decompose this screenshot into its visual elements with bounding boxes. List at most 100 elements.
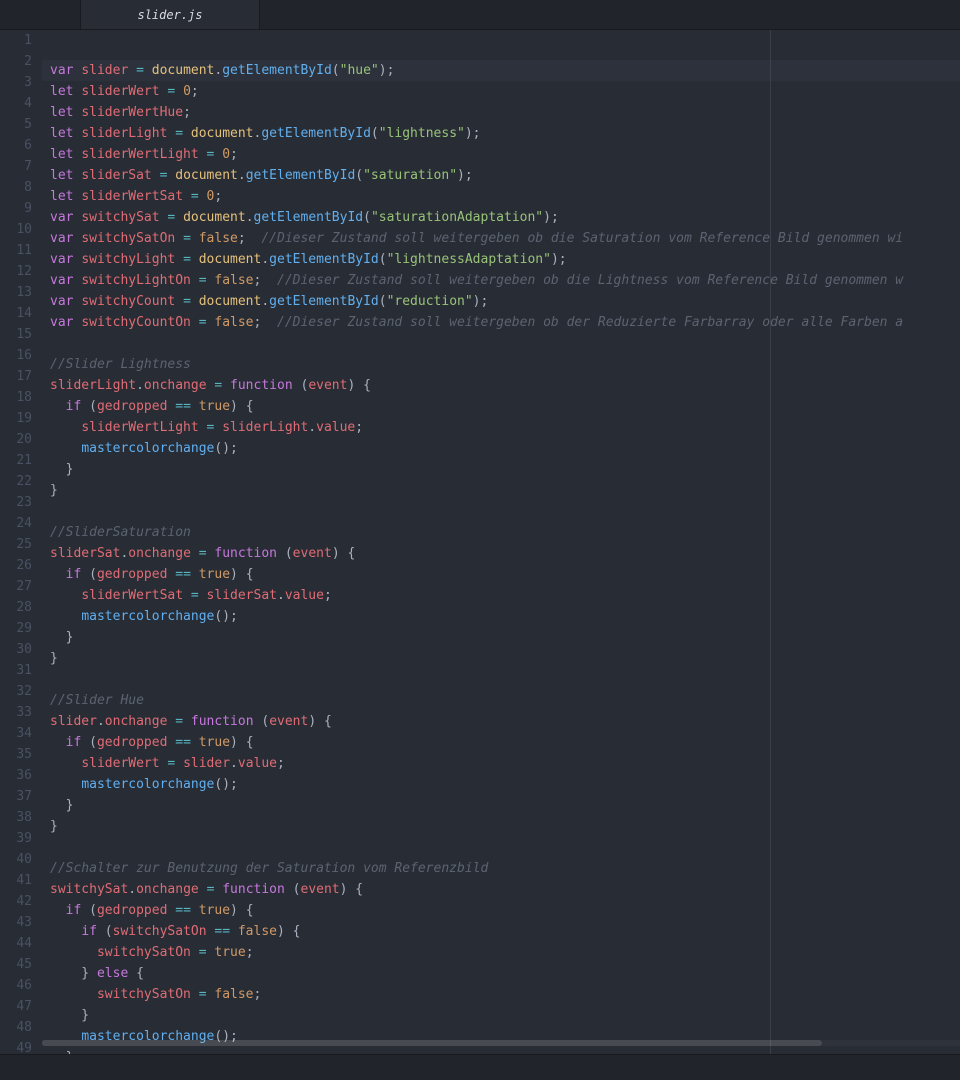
- line-number: 19: [0, 408, 32, 429]
- line-number: 10: [0, 219, 32, 240]
- line-number: 48: [0, 1017, 32, 1038]
- line-number: 12: [0, 261, 32, 282]
- code-line[interactable]: [42, 837, 960, 858]
- line-number: 15: [0, 324, 32, 345]
- code-line[interactable]: var switchySat = document.getElementById…: [42, 207, 960, 228]
- code-line[interactable]: if (switchySatOn == false) {: [42, 921, 960, 942]
- status-bar: [0, 1054, 960, 1080]
- line-number: 44: [0, 933, 32, 954]
- code-line[interactable]: sliderSat.onchange = function (event) {: [42, 543, 960, 564]
- horizontal-scrollbar-thumb[interactable]: [42, 1040, 822, 1046]
- line-number: 40: [0, 849, 32, 870]
- line-number: 2: [0, 51, 32, 72]
- line-number: 39: [0, 828, 32, 849]
- line-number: 36: [0, 765, 32, 786]
- line-number: 14: [0, 303, 32, 324]
- line-number: 21: [0, 450, 32, 471]
- line-number: 17: [0, 366, 32, 387]
- horizontal-scrollbar[interactable]: [42, 1040, 960, 1046]
- code-line[interactable]: //SliderSaturation: [42, 522, 960, 543]
- code-line[interactable]: sliderLight.onchange = function (event) …: [42, 375, 960, 396]
- code-line[interactable]: }: [42, 816, 960, 837]
- line-number: 18: [0, 387, 32, 408]
- code-line[interactable]: sliderWert = slider.value;: [42, 753, 960, 774]
- code-line[interactable]: var switchyLight = document.getElementBy…: [42, 249, 960, 270]
- code-line[interactable]: var switchyCountOn = false; //Dieser Zus…: [42, 312, 960, 333]
- line-number: 3: [0, 72, 32, 93]
- line-number: 5: [0, 114, 32, 135]
- code-line[interactable]: }: [42, 627, 960, 648]
- line-number: 38: [0, 807, 32, 828]
- code-line[interactable]: if (gedropped == true) {: [42, 396, 960, 417]
- line-number: 4: [0, 93, 32, 114]
- line-number: 7: [0, 156, 32, 177]
- tab-bar: slider.js: [0, 0, 960, 30]
- line-number: 42: [0, 891, 32, 912]
- code-line[interactable]: [42, 501, 960, 522]
- editor: 1234567891011121314151617181920212223242…: [0, 30, 960, 1080]
- code-line[interactable]: let sliderWertLight = 0;: [42, 144, 960, 165]
- code-line[interactable]: } else {: [42, 963, 960, 984]
- code-line[interactable]: //Slider Hue: [42, 690, 960, 711]
- code-line[interactable]: if (gedropped == true) {: [42, 900, 960, 921]
- line-number: 8: [0, 177, 32, 198]
- code-line[interactable]: [42, 669, 960, 690]
- line-number: 37: [0, 786, 32, 807]
- code-line[interactable]: //Slider Lightness: [42, 354, 960, 375]
- code-line[interactable]: let sliderWertHue;: [42, 102, 960, 123]
- line-number: 26: [0, 555, 32, 576]
- code-line[interactable]: }: [42, 648, 960, 669]
- line-number: 45: [0, 954, 32, 975]
- code-line[interactable]: slider.onchange = function (event) {: [42, 711, 960, 732]
- code-line[interactable]: switchySatOn = true;: [42, 942, 960, 963]
- code-line[interactable]: //Schalter zur Benutzung der Saturation …: [42, 858, 960, 879]
- line-number: 31: [0, 660, 32, 681]
- code-line[interactable]: switchySat.onchange = function (event) {: [42, 879, 960, 900]
- line-number: 33: [0, 702, 32, 723]
- code-line[interactable]: var switchyCount = document.getElementBy…: [42, 291, 960, 312]
- tab-title: slider.js: [137, 8, 202, 22]
- line-number: 29: [0, 618, 32, 639]
- code-line[interactable]: mastercolorchange();: [42, 774, 960, 795]
- line-number: 46: [0, 975, 32, 996]
- code-line[interactable]: switchySatOn = false;: [42, 984, 960, 1005]
- code-line[interactable]: }: [42, 459, 960, 480]
- code-line[interactable]: [42, 333, 960, 354]
- line-number: 25: [0, 534, 32, 555]
- code-area[interactable]: var slider = document.getElementById("hu…: [42, 30, 960, 1080]
- code-line[interactable]: let sliderWertSat = 0;: [42, 186, 960, 207]
- gutter: 1234567891011121314151617181920212223242…: [0, 30, 42, 1080]
- line-number: 28: [0, 597, 32, 618]
- line-number: 41: [0, 870, 32, 891]
- line-number: 1: [0, 30, 32, 51]
- line-number: 20: [0, 429, 32, 450]
- code-line[interactable]: let sliderWert = 0;: [42, 81, 960, 102]
- code-line[interactable]: sliderWertSat = sliderSat.value;: [42, 585, 960, 606]
- code-line[interactable]: sliderWertLight = sliderLight.value;: [42, 417, 960, 438]
- line-number: 27: [0, 576, 32, 597]
- code-line[interactable]: }: [42, 795, 960, 816]
- code-line[interactable]: var slider = document.getElementById("hu…: [42, 60, 960, 81]
- code-line[interactable]: }: [42, 480, 960, 501]
- line-number: 11: [0, 240, 32, 261]
- line-number: 13: [0, 282, 32, 303]
- line-number: 9: [0, 198, 32, 219]
- line-number: 6: [0, 135, 32, 156]
- code-line[interactable]: }: [42, 1005, 960, 1026]
- code-line[interactable]: if (gedropped == true) {: [42, 564, 960, 585]
- tab-slider-js[interactable]: slider.js: [80, 0, 260, 29]
- line-number: 43: [0, 912, 32, 933]
- line-number: 34: [0, 723, 32, 744]
- line-number: 23: [0, 492, 32, 513]
- code-line[interactable]: mastercolorchange();: [42, 438, 960, 459]
- code-line[interactable]: if (gedropped == true) {: [42, 732, 960, 753]
- code-line[interactable]: var switchyLightOn = false; //Dieser Zus…: [42, 270, 960, 291]
- code-line[interactable]: let sliderSat = document.getElementById(…: [42, 165, 960, 186]
- line-number: 24: [0, 513, 32, 534]
- code-line[interactable]: let sliderLight = document.getElementByI…: [42, 123, 960, 144]
- code-line[interactable]: var switchySatOn = false; //Dieser Zusta…: [42, 228, 960, 249]
- line-number: 16: [0, 345, 32, 366]
- line-number: 22: [0, 471, 32, 492]
- line-number: 47: [0, 996, 32, 1017]
- code-line[interactable]: mastercolorchange();: [42, 606, 960, 627]
